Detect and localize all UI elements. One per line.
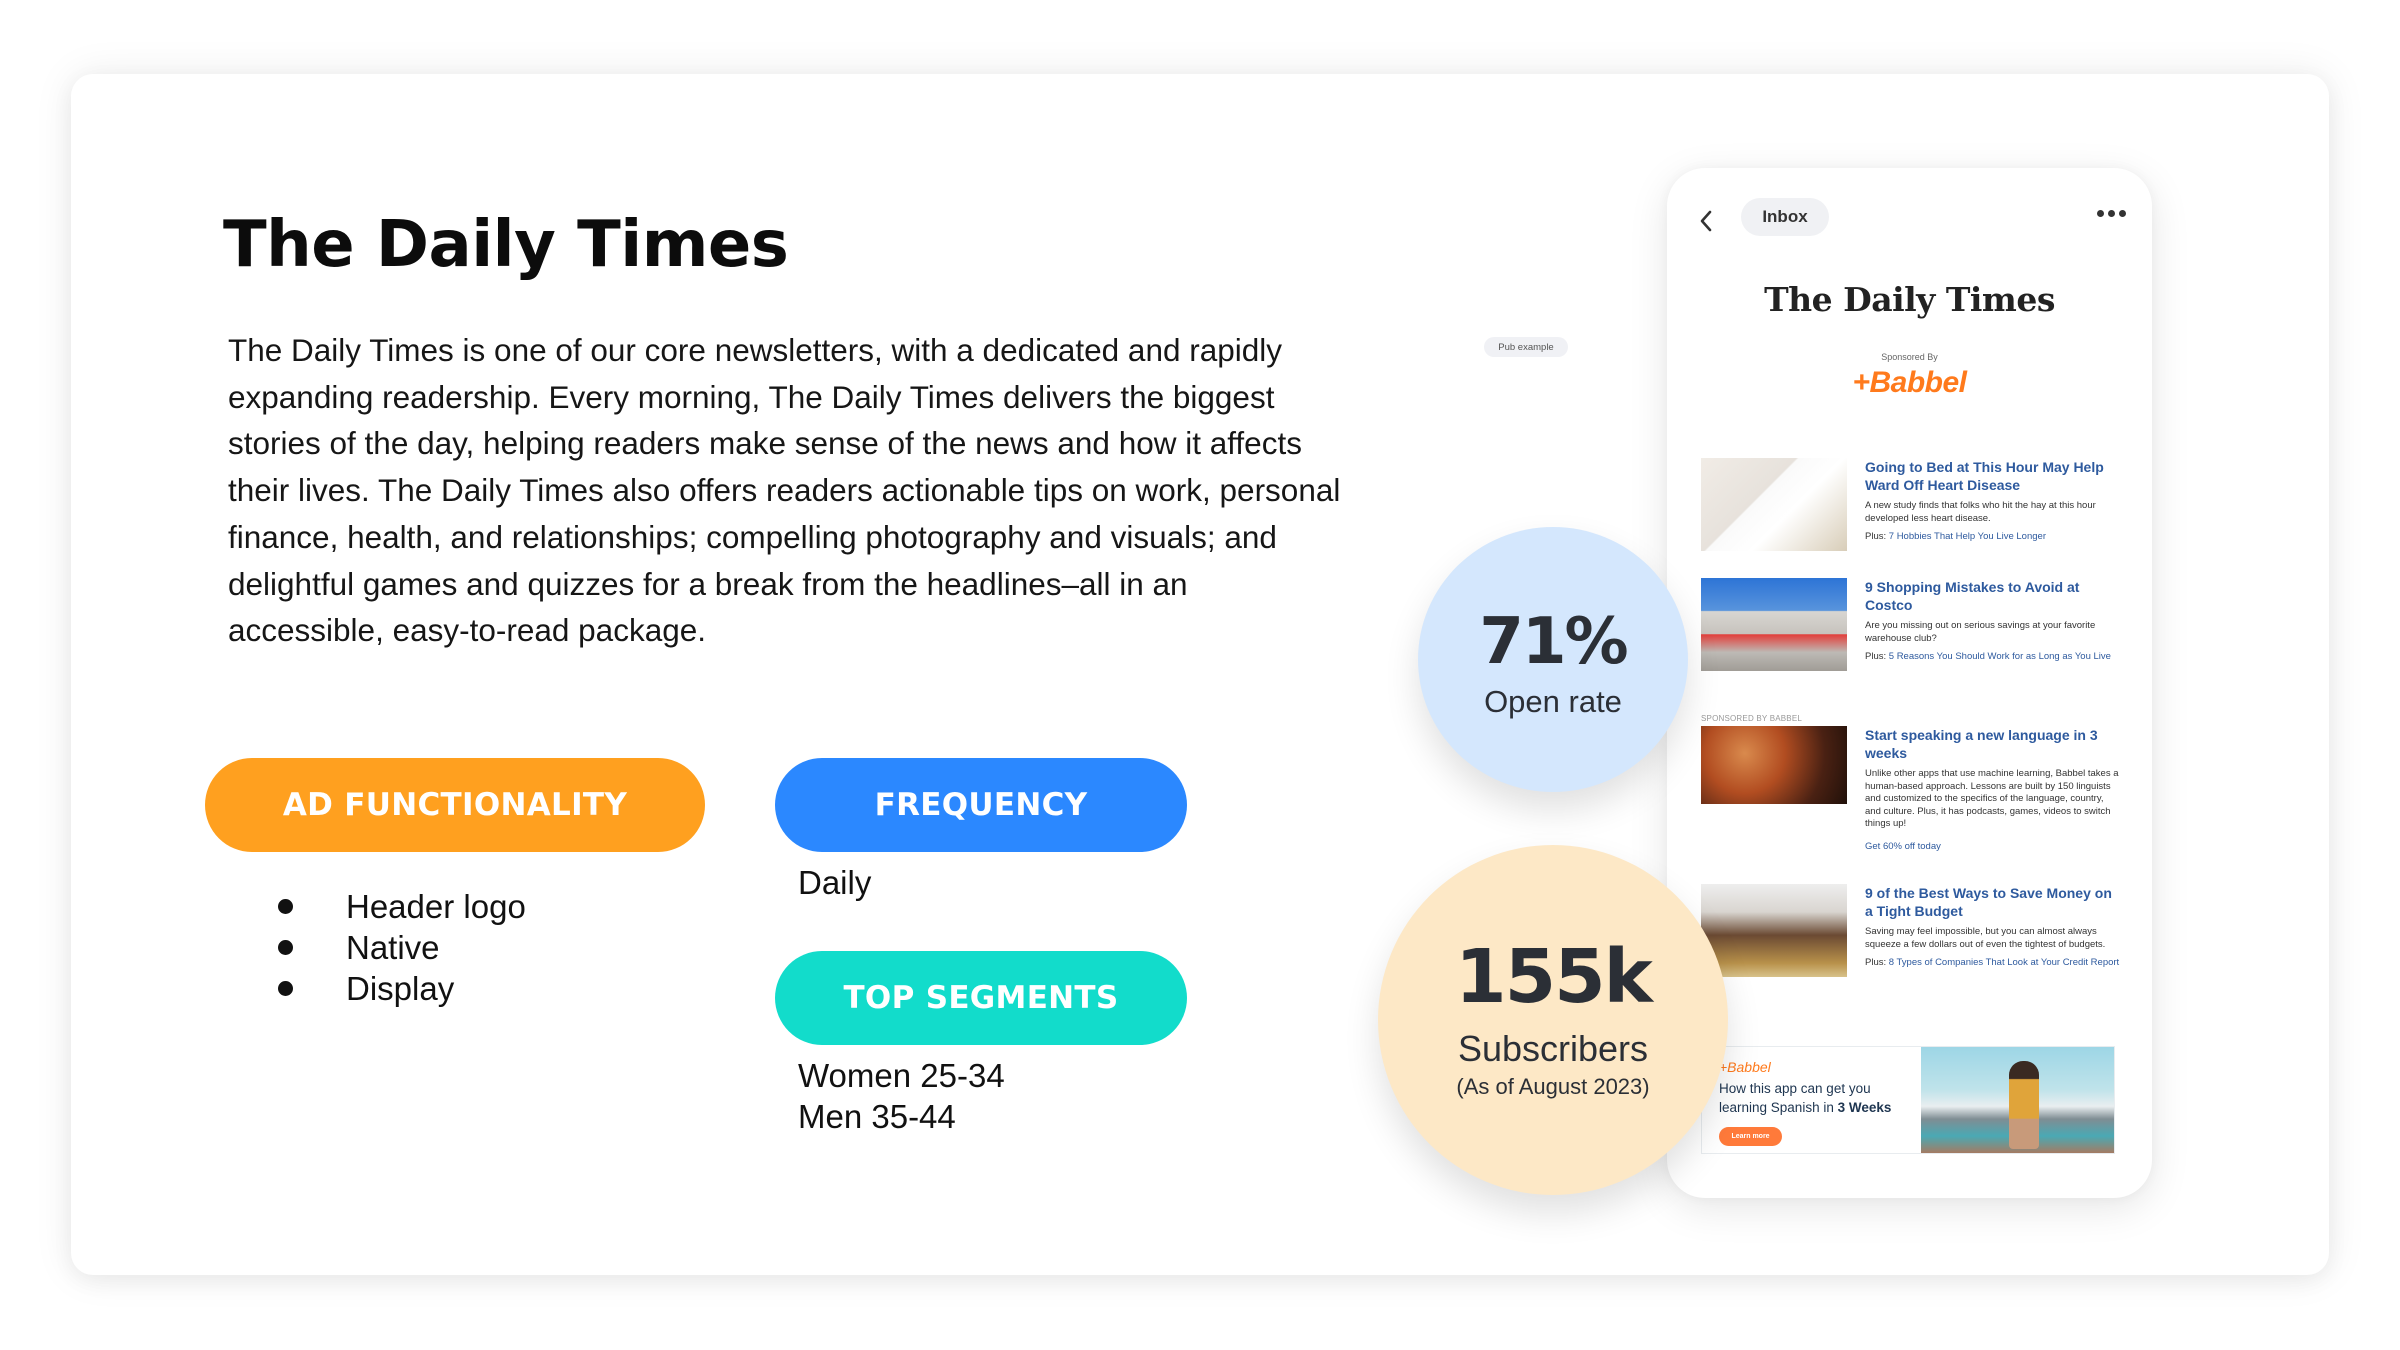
phone-email-preview: Inbox The Daily Times Sponsored By +Babb… bbox=[1667, 168, 2152, 1198]
ad-copy: How this app can get you learning Spanis… bbox=[1719, 1081, 1892, 1115]
frequency-badge: FREQUENCY bbox=[775, 758, 1187, 852]
article-headline[interactable]: 9 Shopping Mistakes to Avoid at Costco bbox=[1865, 578, 2120, 614]
subscribers-stat: 155k Subscribers (As of August 2023) bbox=[1378, 845, 1728, 1195]
sponsored-cta-link[interactable]: Get 60% off today bbox=[1865, 841, 2120, 852]
pub-example-tag: Pub example bbox=[1484, 337, 1568, 357]
frequency-value: Daily bbox=[798, 864, 872, 901]
ad-functionality-list: Header logo Native Display bbox=[268, 886, 526, 1009]
list-item: Header logo bbox=[268, 886, 526, 927]
article-summary: Unlike other apps that use machine learn… bbox=[1865, 768, 2119, 829]
open-rate-stat: 71% Open rate bbox=[1418, 527, 1688, 792]
article-plus-link[interactable]: 5 Reasons You Should Work for as Long as… bbox=[1889, 651, 2111, 662]
sponsor-logo: +Babbel bbox=[1852, 366, 1967, 399]
open-rate-label: Open rate bbox=[1484, 683, 1622, 719]
sponsored-by-label: Sponsored By bbox=[1881, 352, 1938, 362]
ad-image bbox=[1921, 1047, 2114, 1153]
subscribers-label: Subscribers bbox=[1457, 1028, 1649, 1069]
article-thumbnail bbox=[1701, 884, 1847, 977]
article-thumbnail bbox=[1701, 726, 1847, 804]
open-rate-value: 71% bbox=[1479, 604, 1628, 679]
article-headline[interactable]: 9 of the Best Ways to Save Money on a Ti… bbox=[1865, 884, 2120, 920]
bullet-icon bbox=[278, 981, 293, 996]
article-thumbnail bbox=[1701, 578, 1847, 671]
list-item: Display bbox=[268, 968, 526, 1009]
newsletter-description: The Daily Times is one of our core newsl… bbox=[228, 332, 1341, 649]
article-summary: Are you missing out on serious savings a… bbox=[1865, 620, 2096, 644]
display-ad[interactable]: +Babbel How this app can get you learnin… bbox=[1701, 1046, 2115, 1154]
top-segments-list: Women 25-34 Men 35-44 bbox=[798, 1055, 1005, 1137]
subscribers-note: (As of August 2023) bbox=[1456, 1074, 1650, 1099]
sponsored-section-label: SPONSORED BY BABBEL bbox=[1701, 714, 1803, 723]
subscribers-value: 155k bbox=[1455, 934, 1653, 1020]
top-segments-badge: TOP SEGMENTS bbox=[775, 951, 1187, 1045]
article-headline[interactable]: Going to Bed at This Hour May Help Ward … bbox=[1865, 458, 2120, 494]
ad-brand-logo: +Babbel bbox=[1719, 1059, 1771, 1075]
ad-functionality-badge: AD FUNCTIONALITY bbox=[205, 758, 705, 852]
article-headline[interactable]: Start speaking a new language in 3 weeks bbox=[1865, 726, 2120, 762]
article-thumbnail bbox=[1701, 458, 1847, 551]
chevron-left-icon[interactable] bbox=[1699, 206, 1721, 236]
slide-title: The Daily Times bbox=[223, 208, 789, 282]
learn-more-button[interactable]: Learn more bbox=[1719, 1127, 1782, 1146]
list-item: Native bbox=[268, 927, 526, 968]
article-summary: Saving may feel impossible, but you can … bbox=[1865, 926, 2106, 950]
segment-item: Women 25-34 bbox=[798, 1057, 1005, 1094]
more-horizontal-icon[interactable] bbox=[2097, 210, 2126, 217]
article-summary: A new study finds that folks who hit the… bbox=[1865, 500, 2096, 524]
inbox-button[interactable]: Inbox bbox=[1741, 198, 1829, 236]
newsletter-logo: The Daily Times bbox=[1764, 280, 2055, 319]
bullet-icon bbox=[278, 899, 293, 914]
segment-item: Men 35-44 bbox=[798, 1098, 956, 1135]
article-plus-link[interactable]: 8 Types of Companies That Look at Your C… bbox=[1889, 957, 2119, 968]
bullet-icon bbox=[278, 940, 293, 955]
article-plus-link[interactable]: 7 Hobbies That Help You Live Longer bbox=[1889, 531, 2046, 542]
